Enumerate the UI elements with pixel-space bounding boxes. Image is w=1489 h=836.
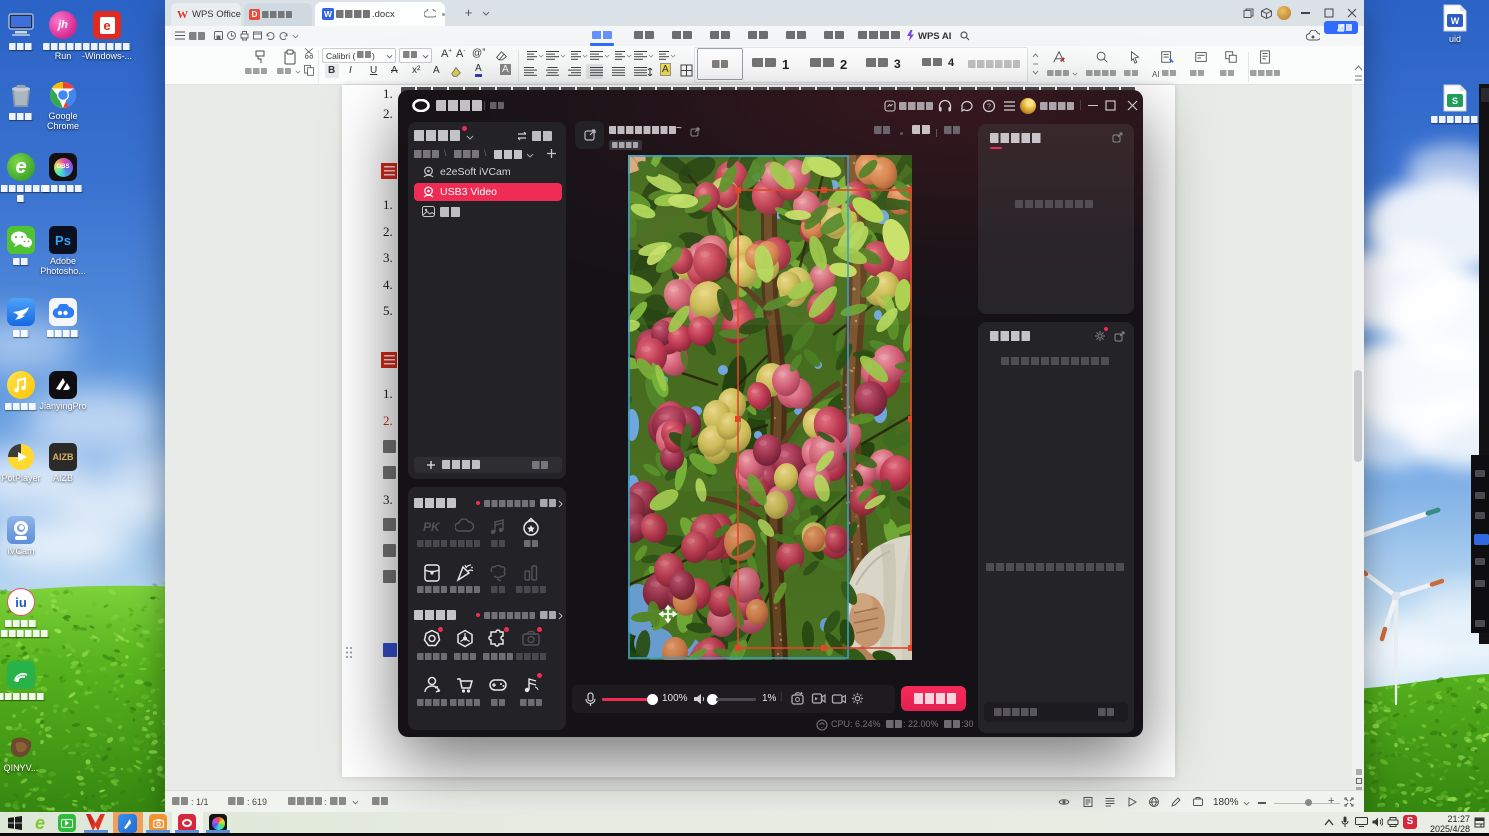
svg-text:S: S	[1452, 96, 1458, 106]
svg-text:?: ?	[987, 104, 991, 111]
svg-text:W: W	[1451, 16, 1460, 26]
